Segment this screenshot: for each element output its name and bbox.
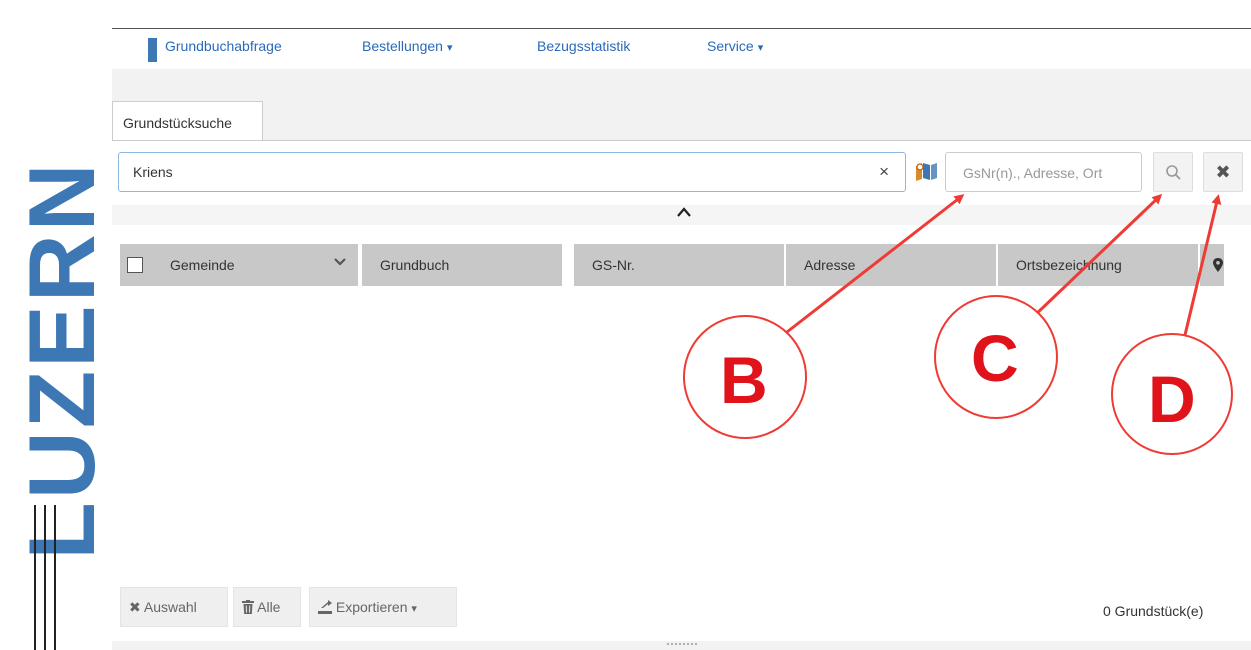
nav-bestellungen[interactable]: Bestellungen ▾: [362, 38, 452, 54]
column-label: Adresse: [804, 257, 856, 273]
export-button[interactable]: Exportieren ▾: [309, 587, 457, 627]
nav-grundbuchabfrage[interactable]: Grundbuchabfrage: [165, 38, 282, 54]
close-icon: ✖: [1215, 162, 1231, 182]
annotation-label-c: C: [971, 321, 1019, 395]
remove-all-button[interactable]: Alle: [233, 587, 301, 627]
nav-service[interactable]: Service ▾: [707, 38, 763, 54]
result-count: 0 Grundstück(e): [1103, 603, 1204, 619]
active-nav-marker: [148, 38, 157, 62]
clear-input-icon[interactable]: ×: [879, 162, 889, 182]
tab-grundstuecksuche[interactable]: Grundstücksuche: [112, 101, 263, 141]
annotation-label-d: D: [1148, 362, 1196, 436]
gs-number-input[interactable]: GsNr(n)., Adresse, Ort: [945, 152, 1142, 192]
caret-down-icon: ▾: [411, 603, 417, 615]
caret-down-icon: ▾: [757, 42, 764, 54]
button-label: Auswahl: [143, 599, 197, 615]
trash-icon: [242, 600, 254, 614]
gs-input-placeholder: GsNr(n)., Adresse, Ort: [963, 165, 1103, 181]
tab-label: Grundstücksuche: [123, 115, 232, 131]
column-gemeinde[interactable]: Gemeinde: [120, 244, 358, 286]
top-navigation: Grundbuchabfrage Bestellungen ▾ Bezugssta…: [112, 28, 1251, 70]
resize-handle[interactable]: [666, 642, 700, 646]
map-plot-icon[interactable]: [914, 160, 938, 182]
column-label: Gemeinde: [170, 257, 235, 273]
logo-line: [34, 505, 36, 650]
search-icon: [1166, 165, 1181, 180]
municipality-search-input[interactable]: Kriens ×: [118, 152, 906, 192]
map-pin-icon[interactable]: [1212, 257, 1224, 273]
reset-button[interactable]: ✖: [1203, 152, 1243, 192]
nav-bezugsstatistik[interactable]: Bezugsstatistik: [537, 38, 630, 54]
column-gs-nr[interactable]: GS-Nr.: [574, 244, 784, 286]
nav-label: Service: [707, 38, 754, 54]
search-button[interactable]: [1153, 152, 1193, 192]
select-all-checkbox[interactable]: [127, 257, 143, 273]
column-adresse[interactable]: Adresse: [786, 244, 996, 286]
nav-label: Bestellungen: [362, 38, 443, 54]
caret-down-icon: ▾: [446, 42, 453, 54]
column-ortsbezeichnung[interactable]: Ortsbezeichnung: [998, 244, 1198, 286]
column-label: GS-Nr.: [592, 257, 635, 273]
button-label: Alle: [257, 599, 281, 615]
remove-selection-button[interactable]: ✖ Auswahl: [120, 587, 228, 627]
button-label: Exportieren: [335, 599, 408, 615]
column-label: Ortsbezeichnung: [1016, 257, 1122, 273]
logo-line: [44, 505, 46, 650]
nav-label: Bezugsstatistik: [537, 38, 631, 54]
chevron-down-icon[interactable]: [333, 256, 347, 268]
luzern-logo: LUZERN: [0, 0, 114, 650]
close-icon: ✖: [129, 599, 141, 615]
export-icon: [318, 600, 332, 614]
logo-line: [54, 505, 56, 650]
chevron-up-icon[interactable]: [675, 204, 693, 220]
column-label: Grundbuch: [380, 257, 450, 273]
logo-text: LUZERN: [9, 160, 114, 560]
results-table-header: Gemeinde Grundbuch GS-Nr. Adresse Ortsbe…: [120, 244, 1224, 286]
search-input-value: Kriens: [133, 164, 173, 180]
annotation-label-b: B: [720, 343, 768, 417]
column-grundbuch[interactable]: Grundbuch: [362, 244, 562, 286]
nav-label: Grundbuchabfrage: [165, 38, 282, 54]
